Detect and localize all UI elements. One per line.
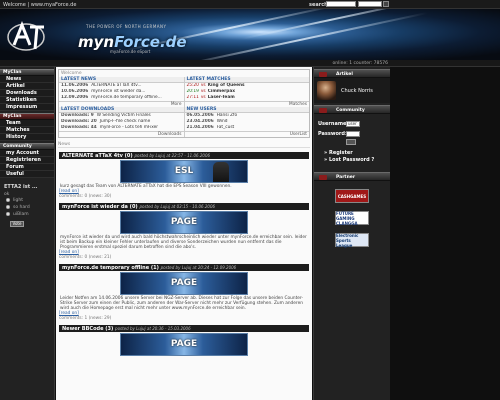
password-field[interactable] [346, 130, 360, 137]
page-background-right [391, 67, 500, 400]
post-body: Leider Notfen am 14.06.2006 unsere Serve… [60, 296, 303, 311]
sidebar-item-statistiken[interactable]: Statistiken [0, 97, 54, 104]
poll-option[interactable]: so hard [6, 204, 54, 211]
new-users-panel: NEW USERS 06.05.2006 Hansi Zfo 23.04.2006… [184, 107, 309, 137]
post-body: mynForce ist wieder da und wird auch bal… [60, 235, 307, 250]
login-input[interactable] [358, 1, 382, 7]
news-post: Newer BBCode (3) posted by Lujuj at 20:3… [59, 325, 309, 356]
password-label: Password: [318, 130, 347, 137]
search-input[interactable] [326, 1, 356, 7]
overview-label: Welcome [61, 71, 82, 76]
radio-icon[interactable] [6, 204, 10, 209]
post-title[interactable]: mynForce.de temporary offline (1) posted… [59, 264, 309, 271]
featured-name[interactable]: Chuck Norris [341, 88, 373, 94]
logo-icon [7, 20, 45, 51]
post-comments[interactable]: comments: 0 (news: 30) [59, 194, 309, 199]
login-button[interactable] [346, 139, 356, 145]
sidebar-item-impressum[interactable]: Impressum [0, 104, 54, 111]
header-banner: THE POWER OF NORTH GERMANY mynForce.de m… [0, 9, 500, 60]
sidebar-item-downloads[interactable]: Downloads [0, 90, 54, 97]
post-comments[interactable]: comments: 0 (news: 21) [59, 255, 309, 260]
sidebar-section-header: MyClan [0, 69, 54, 76]
light-streak [172, 11, 428, 60]
news-section-label: News [58, 142, 310, 148]
register-link[interactable]: » Register [324, 150, 390, 157]
radio-icon[interactable] [6, 211, 10, 216]
search-go-button[interactable] [383, 1, 389, 7]
welcome-text: Welcome | www.myaForce.de [3, 2, 77, 8]
banner-slogan: THE POWER OF NORTH GERMANY [86, 24, 167, 29]
community-header: Community [314, 105, 390, 114]
overview-grid-top: LATEST NEWS 11.06.2006 ALTERNATE aTTaX 4t… [59, 77, 309, 107]
sidebar-item-artikel[interactable]: Artikel [0, 83, 54, 90]
post-image: PAGE [120, 333, 248, 356]
partner-banner[interactable]: Electronic Sports League [335, 233, 369, 248]
vote-button[interactable]: Vote [10, 221, 24, 227]
sidebar-item-my-account[interactable]: my Account [0, 150, 54, 157]
banner-subslogan: myaForce.de eSport [110, 49, 151, 54]
post-image: ESL [120, 160, 248, 183]
news-post: mynForce.de temporary offline (1) posted… [59, 264, 309, 321]
section-icon [319, 108, 327, 113]
post-title[interactable]: ALTERNATE aTTaX 4tv (0) posted by Lujuj … [59, 152, 309, 159]
poll-option[interactable]: light [6, 197, 54, 204]
password-row: Password: [318, 129, 386, 138]
news-post: mynForce ist wieder da (0) posted by Luj… [59, 203, 309, 260]
overview-grid-bottom: LATEST DOWNLOADS Downloads: 9W Sending V… [59, 107, 309, 137]
post-title[interactable]: mynForce ist wieder da (0) posted by Luj… [59, 203, 309, 210]
main-content: Welcome LATEST NEWS 11.06.2006 ALTERNATE … [56, 67, 312, 400]
latest-downloads-panel: LATEST DOWNLOADS Downloads: 9W Sending V… [59, 107, 185, 137]
partner-header: Partner [314, 172, 390, 181]
left-sidebar: MyClan News Artikel Downloads Statistike… [0, 67, 55, 400]
radio-icon[interactable] [6, 197, 10, 202]
user-list-link[interactable]: UserList [184, 131, 309, 137]
player-figure-icon [213, 162, 229, 182]
featured-article[interactable]: Chuck Norris [314, 78, 390, 103]
post-image: PAGE [120, 211, 248, 234]
username-label: Username: [318, 120, 349, 127]
overview-box: Welcome LATEST NEWS 11.06.2006 ALTERNATE … [58, 69, 310, 138]
online-counter: online: 1 counter: 78576 [332, 61, 388, 66]
username-field[interactable]: user [346, 120, 360, 127]
post-comments[interactable]: comments: 1 (news: 29) [59, 316, 309, 321]
post-title[interactable]: Newer BBCode (3) posted by Lujuj at 20:3… [59, 325, 309, 332]
section-icon [319, 72, 327, 77]
sidebar-section-header: MyClan [0, 113, 54, 120]
partner-banner[interactable]: CASHGAMES [335, 189, 369, 203]
right-sidebar: Artikel Chuck Norris Community Username:… [313, 67, 390, 400]
sidebar-section-header: Community [0, 143, 54, 150]
more-downloads-link[interactable]: Downloads [59, 131, 184, 137]
sidebar-item-forum[interactable]: Forum [0, 164, 54, 171]
sidebar-item-registrieren[interactable]: Registrieren [0, 157, 54, 164]
post-image: PAGE [120, 272, 248, 295]
sidebar-item-useful[interactable]: Useful [0, 171, 54, 178]
status-bar: online: 1 counter: 78576 [0, 60, 500, 67]
latest-matches-panel: LATEST MATCHES 25:20 vs King of Queens 20:… [184, 77, 309, 107]
sidebar-item-news[interactable]: News [0, 76, 54, 83]
lost-password-link[interactable]: » Lost Password ? [324, 157, 390, 164]
section-icon [319, 175, 327, 180]
sidebar-item-history[interactable]: History [0, 134, 54, 141]
search-label: search [309, 2, 328, 8]
poll-option[interactable]: uiBlam [6, 211, 54, 218]
partner-banner[interactable]: FUTURE GAMING CLANGGA [335, 211, 369, 226]
news-post: ALTERNATE aTTaX 4tv (0) posted by Lujuj … [59, 152, 309, 199]
feature-header: Artikel [314, 69, 390, 78]
avatar[interactable] [317, 81, 336, 100]
username-row: Username: user [318, 119, 386, 128]
sidebar-item-matches[interactable]: Matches [0, 127, 54, 134]
sidebar-item-team[interactable]: Team [0, 120, 54, 127]
light-streak [241, 9, 419, 40]
top-bar: Welcome | www.myaForce.de search [0, 0, 500, 9]
latest-news-panel: LATEST NEWS 11.06.2006 ALTERNATE aTTaX 4t… [59, 77, 185, 107]
login-form: Username: user Password: [314, 114, 390, 147]
poll-title: ETTA2 ist ... [4, 184, 38, 190]
